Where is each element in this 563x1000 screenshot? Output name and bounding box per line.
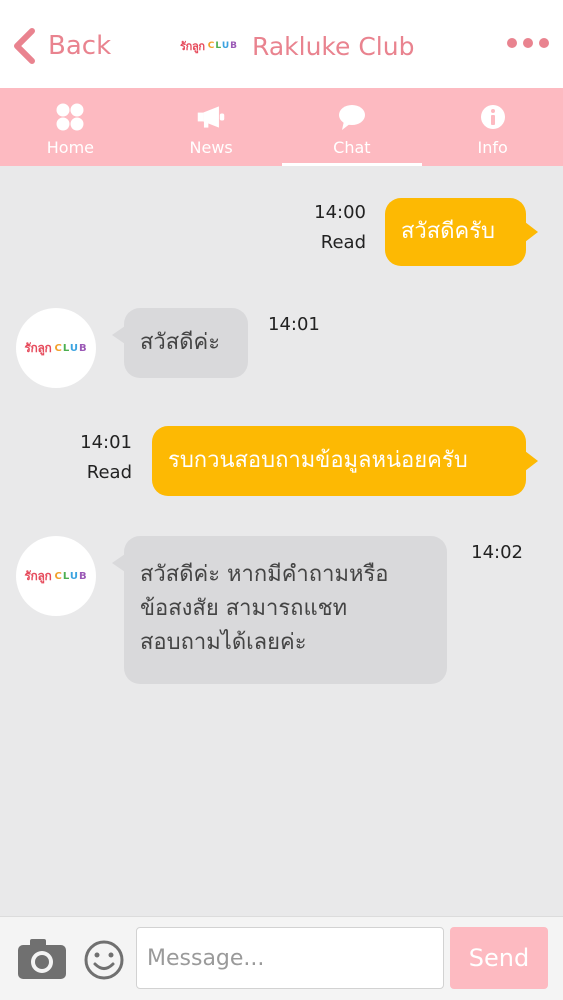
tab-chat[interactable]: Chat: [281, 88, 423, 166]
outgoing-message-bubble[interactable]: รบกวนสอบถามข้อมูลหน่อยครับ: [152, 426, 538, 496]
message-meta: 14:00 Read: [314, 198, 366, 258]
incoming-message-bubble[interactable]: สวัสดีค่ะ: [112, 308, 248, 378]
logo-club-text: CLUB: [208, 41, 238, 51]
chat-message-list[interactable]: 14:00 Read สวัสดีครับ รักลูก CLUB สวัสดี…: [0, 166, 563, 916]
message-read-status: Read: [86, 462, 132, 483]
message-time: 14:02: [471, 542, 523, 563]
send-button[interactable]: Send: [450, 927, 548, 989]
message-input[interactable]: [136, 927, 444, 989]
tab-home[interactable]: Home: [0, 88, 141, 166]
logo-letter: U: [221, 41, 231, 51]
message-text-line: ข้อสงสัย สามารถแชท: [140, 596, 348, 621]
avatar-logo-wordmark: รักลูก: [24, 568, 52, 583]
more-dot-icon: [507, 38, 517, 48]
header-title-group: รักลูก CLUB Rakluke Club: [180, 24, 414, 68]
message-text: รบกวนสอบถามข้อมูลหน่อยครับ: [168, 448, 468, 473]
chevron-left-icon: [14, 28, 35, 64]
message-meta: 14:01 Read: [80, 428, 132, 488]
smiley-icon: [84, 940, 124, 980]
info-icon: [478, 102, 508, 132]
avatar-logo-club: CLUB: [55, 571, 88, 582]
message-text-line: สอบถามได้เลยค่ะ: [140, 630, 307, 655]
message-time: 14:01: [268, 314, 320, 335]
tab-label: Chat: [333, 138, 371, 157]
logo-letter: C: [54, 570, 63, 582]
logo-letter: B: [230, 41, 238, 51]
logo-wordmark: รักลูก: [180, 40, 205, 53]
sender-avatar[interactable]: รักลูก CLUB: [16, 536, 96, 616]
logo-letter: B: [79, 342, 88, 354]
logo-letter: U: [69, 570, 79, 582]
incoming-message-bubble[interactable]: สวัสดีค่ะ หากมีคำถามหรือ ข้อสงสัย สามารถ…: [112, 536, 447, 684]
emoji-button[interactable]: [83, 939, 125, 985]
message-read-status: Read: [320, 232, 366, 253]
message-time: 14:01: [80, 432, 132, 453]
chat-bubble-icon: [337, 102, 367, 132]
avatar-logo-club: CLUB: [55, 343, 88, 354]
message-text: สวัสดีค่ะ: [140, 330, 221, 355]
message-time: 14:00: [314, 202, 366, 223]
back-button[interactable]: Back: [12, 26, 111, 66]
avatar-logo-wordmark: รักลูก: [24, 340, 52, 355]
tab-bar: Home News Chat Info: [0, 88, 563, 166]
message-text: สวัสดีครับ: [401, 219, 495, 244]
more-options-button[interactable]: [507, 38, 549, 48]
tab-label: Home: [46, 138, 94, 157]
more-dot-icon: [539, 38, 549, 48]
message-input-bar: Send: [0, 916, 563, 1000]
message-text-line: สวัสดีค่ะ หากมีคำถามหรือ: [140, 562, 389, 587]
camera-button[interactable]: [16, 937, 68, 985]
tab-news[interactable]: News: [141, 88, 282, 166]
rakluke-club-logo: รักลูก CLUB: [180, 37, 238, 55]
home-grid-icon: [55, 102, 85, 132]
logo-letter: U: [69, 342, 79, 354]
back-label: Back: [48, 31, 112, 61]
logo-letter: B: [79, 570, 88, 582]
tab-label: Info: [477, 138, 508, 157]
logo-letter: L: [62, 342, 70, 354]
more-dot-icon: [523, 38, 533, 48]
logo-letter: L: [62, 570, 70, 582]
outgoing-message-bubble[interactable]: สวัสดีครับ: [385, 198, 538, 266]
tab-label: News: [189, 138, 233, 157]
megaphone-icon: [196, 102, 226, 132]
tab-info[interactable]: Info: [422, 88, 563, 166]
sender-avatar[interactable]: รักลูก CLUB: [16, 308, 96, 388]
logo-letter: C: [54, 342, 63, 354]
app-header: Back รักลูก CLUB Rakluke Club: [0, 0, 563, 88]
camera-icon: [18, 939, 66, 979]
page-title: Rakluke Club: [252, 31, 415, 61]
